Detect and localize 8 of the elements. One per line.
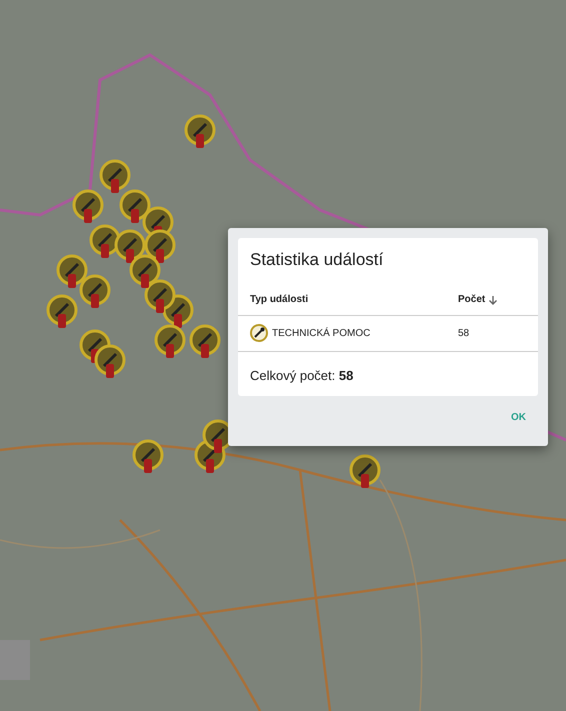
event-count: 58 — [446, 316, 538, 352]
dialog-title: Statistika událostí — [250, 250, 384, 270]
sort-arrow-icon[interactable] — [488, 294, 498, 304]
column-header[interactable]: Počet — [458, 294, 486, 305]
total-count: Celkový počet: 58 — [250, 368, 354, 383]
event-type: TECHNICKÁ POMOC — [272, 328, 370, 338]
column-header[interactable]: Typ události — [250, 294, 308, 305]
wrench-icon — [250, 324, 268, 342]
